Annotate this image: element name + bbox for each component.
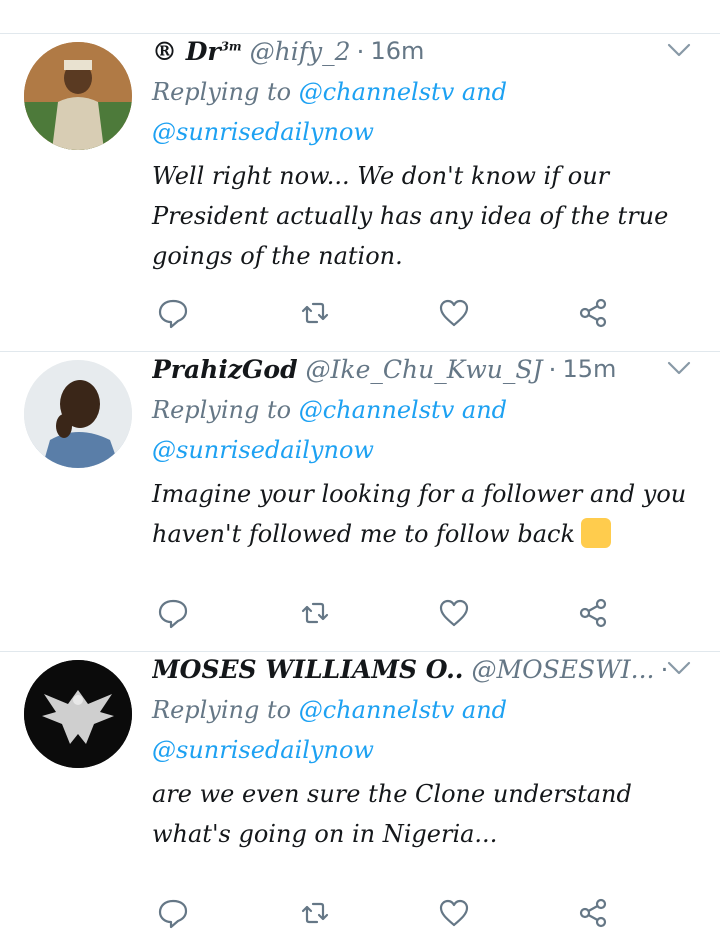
share-icon[interactable] (576, 296, 610, 330)
tweet-header: MOSES WILLIAMS O.. @MOSESWI... · 13m (152, 652, 672, 686)
tweet-text: are we even sure the Clone understand wh… (152, 780, 632, 848)
separator-dot: · (356, 36, 365, 66)
retweet-icon[interactable] (298, 296, 332, 330)
flexed-biceps-icon (581, 518, 611, 548)
replying-to: Replying to @channelstv and @sunrisedail… (152, 696, 508, 764)
chevron-down-icon[interactable] (666, 358, 692, 378)
replying-to: Replying to @channelstv and @sunrisedail… (152, 78, 508, 146)
mention-link[interactable]: @channelstv (299, 78, 455, 106)
user-handle[interactable]: @Ike_Chu_Kwu_SJ (306, 355, 543, 384)
display-name[interactable]: ® Dr3m (152, 37, 242, 66)
heart-icon[interactable] (437, 596, 471, 630)
share-icon[interactable] (576, 596, 610, 630)
separator-dot: · (548, 354, 557, 384)
reply-icon[interactable] (156, 896, 190, 930)
timestamp[interactable]: 16m (370, 37, 424, 65)
heart-icon[interactable] (437, 896, 471, 930)
mention-link[interactable]: @channelstv (299, 696, 455, 724)
tweet-text: Well right now... We don't know if our P… (152, 162, 669, 270)
tweet-header: PrahizGod @Ike_Chu_Kwu_SJ · 15m (152, 352, 672, 386)
tweet-card[interactable]: ® Dr3m @hify_2 · 16m Replying to @channe… (0, 34, 720, 352)
action-bar (0, 892, 720, 932)
display-name[interactable]: PrahizGod (152, 355, 298, 384)
retweet-icon[interactable] (298, 896, 332, 930)
retweet-icon[interactable] (298, 596, 332, 630)
chevron-down-icon[interactable] (666, 40, 692, 60)
reply-icon[interactable] (156, 296, 190, 330)
display-name[interactable]: MOSES WILLIAMS O.. (152, 655, 464, 684)
user-handle[interactable]: @MOSESWI... (472, 655, 655, 684)
timestamp[interactable]: 15m (562, 355, 616, 383)
mention-link[interactable]: @sunrisedailynow (152, 736, 374, 764)
tweet-header: ® Dr3m @hify_2 · 16m (152, 34, 672, 68)
top-divider (0, 0, 720, 34)
share-icon[interactable] (576, 896, 610, 930)
action-bar (0, 592, 720, 632)
action-bar (0, 292, 720, 332)
tweet-text: Imagine your looking for a follower and … (152, 480, 687, 548)
tweet-card[interactable]: MOSES WILLIAMS O.. @MOSESWI... · 13m Rep… (0, 652, 720, 943)
mention-link[interactable]: @channelstv (299, 396, 455, 424)
mention-link[interactable]: @sunrisedailynow (152, 436, 374, 464)
tweet-card[interactable]: PrahizGod @Ike_Chu_Kwu_SJ · 15m Replying… (0, 352, 720, 652)
reply-icon[interactable] (156, 596, 190, 630)
avatar[interactable] (24, 660, 132, 768)
avatar[interactable] (24, 360, 132, 468)
chevron-down-icon[interactable] (666, 658, 692, 678)
avatar[interactable] (24, 42, 132, 150)
heart-icon[interactable] (437, 296, 471, 330)
replying-to: Replying to @channelstv and @sunrisedail… (152, 396, 508, 464)
mention-link[interactable]: @sunrisedailynow (152, 118, 374, 146)
user-handle[interactable]: @hify_2 (250, 37, 351, 66)
